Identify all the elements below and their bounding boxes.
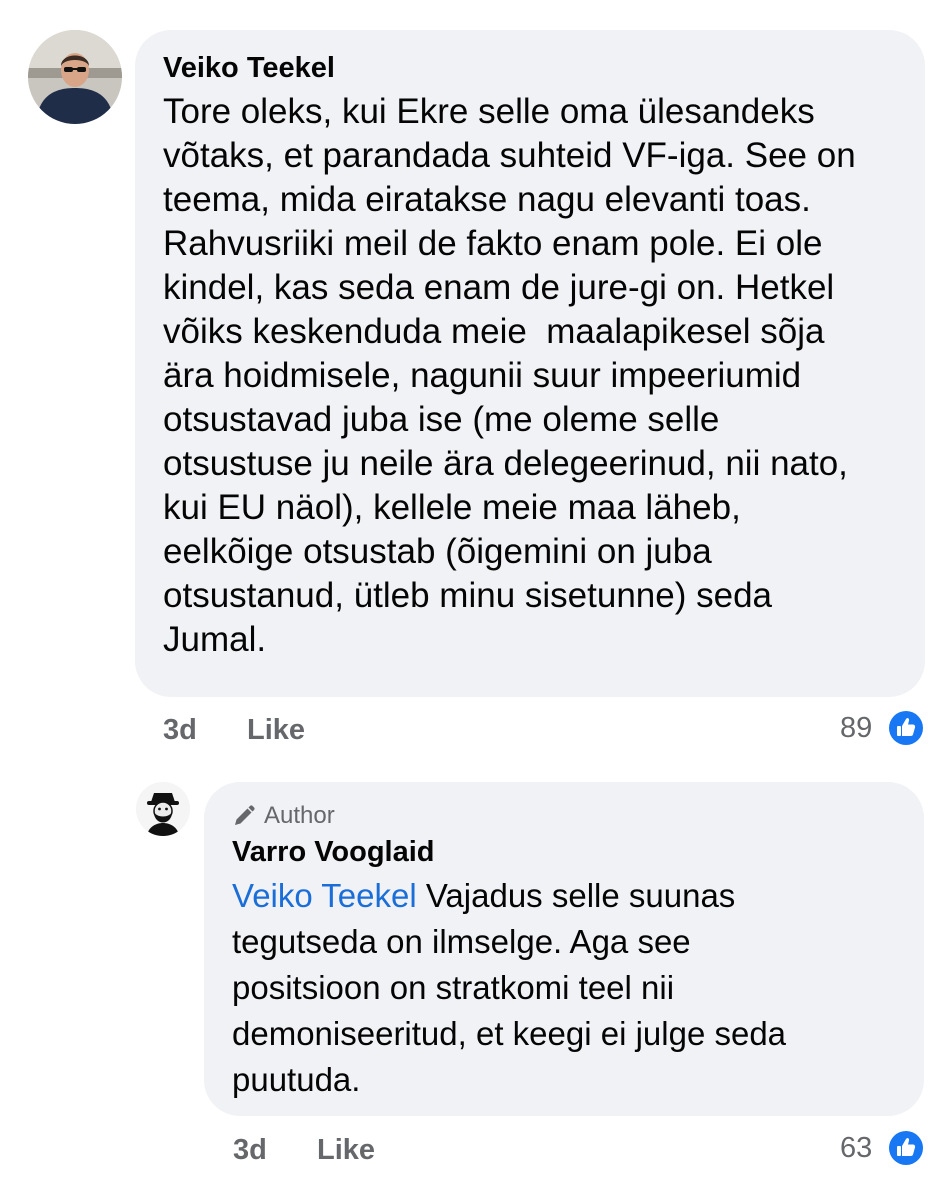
comment-line: kindel, kas seda enam de jure-gi on. Het… — [163, 268, 835, 307]
reply-author-name[interactable]: Varro Vooglaid — [232, 834, 896, 870]
comment-text: Tore oleks, kui Ekre selle oma ülesandek… — [163, 90, 897, 662]
comment-line: kui EU näol), kellele meie maa läheb, — [163, 488, 741, 527]
reply-line-rest: Vajadus selle suunas — [416, 877, 736, 914]
author-badge: Author — [232, 802, 896, 830]
thumbs-up-icon[interactable] — [889, 1131, 923, 1165]
comment-line: ära hoidmisele, nagunii suur impeeriumid — [163, 356, 802, 395]
comment-line: Tore oleks, kui Ekre selle oma ülesandek… — [163, 92, 815, 131]
reply-line: tegutseda on ilmselge. Aga see — [232, 923, 691, 960]
reply-like-button[interactable]: Like — [317, 1134, 375, 1167]
comment-timestamp[interactable]: 3d — [163, 714, 197, 747]
comment-line: võtaks, et parandada suhteid VF-iga. See… — [163, 136, 856, 175]
reply-line: puutuda. — [232, 1061, 361, 1098]
comment-line: Jumal. — [163, 620, 267, 659]
reply-line: Veiko Teekel Vajadus selle suunas — [232, 873, 896, 919]
reply-text: Veiko Teekel Vajadus selle suunas teguts… — [232, 873, 896, 1103]
pencil-icon — [232, 804, 256, 828]
comment-line: teema, mida eiratakse nagu elevanti toas… — [163, 180, 811, 219]
reply-line: positsioon on stratkomi teel nii — [232, 969, 675, 1006]
mention-link[interactable]: Veiko Teekel — [232, 877, 417, 914]
comment-reaction-count[interactable]: 89 — [840, 712, 872, 745]
comment-line: otsustanud, ütleb minu sisetunne) seda — [163, 576, 772, 615]
comment-author-name[interactable]: Veiko Teekel — [163, 50, 897, 86]
reply-bubble[interactable]: Author Varro Vooglaid Veiko Teekel Vajad… — [204, 782, 924, 1116]
comment-bubble[interactable]: Veiko Teekel Tore oleks, kui Ekre selle … — [135, 30, 925, 697]
author-badge-label: Author — [264, 802, 335, 829]
comment-line: võiks keskenduda meie maalapikesel sõja — [163, 312, 825, 351]
comment-line: otsustuse ju neile ära delegeerinud, nii… — [163, 444, 848, 483]
comment-line: Rahvusriiki meil de fakto enam pole. Ei … — [163, 224, 823, 263]
reply-reaction-count[interactable]: 63 — [840, 1132, 872, 1165]
thumbs-up-icon[interactable] — [889, 711, 923, 745]
comment-line: eelkõige otsustab (õigemini on juba — [163, 532, 712, 571]
comment-like-button[interactable]: Like — [247, 714, 305, 747]
reply-line: demoniseeritud, et keegi ei julge seda — [232, 1015, 787, 1052]
comment-line: otsustavad juba ise (me oleme selle — [163, 400, 720, 439]
avatar-varro[interactable] — [136, 782, 190, 836]
avatar-veiko[interactable] — [28, 30, 122, 124]
reply-timestamp[interactable]: 3d — [233, 1134, 267, 1167]
